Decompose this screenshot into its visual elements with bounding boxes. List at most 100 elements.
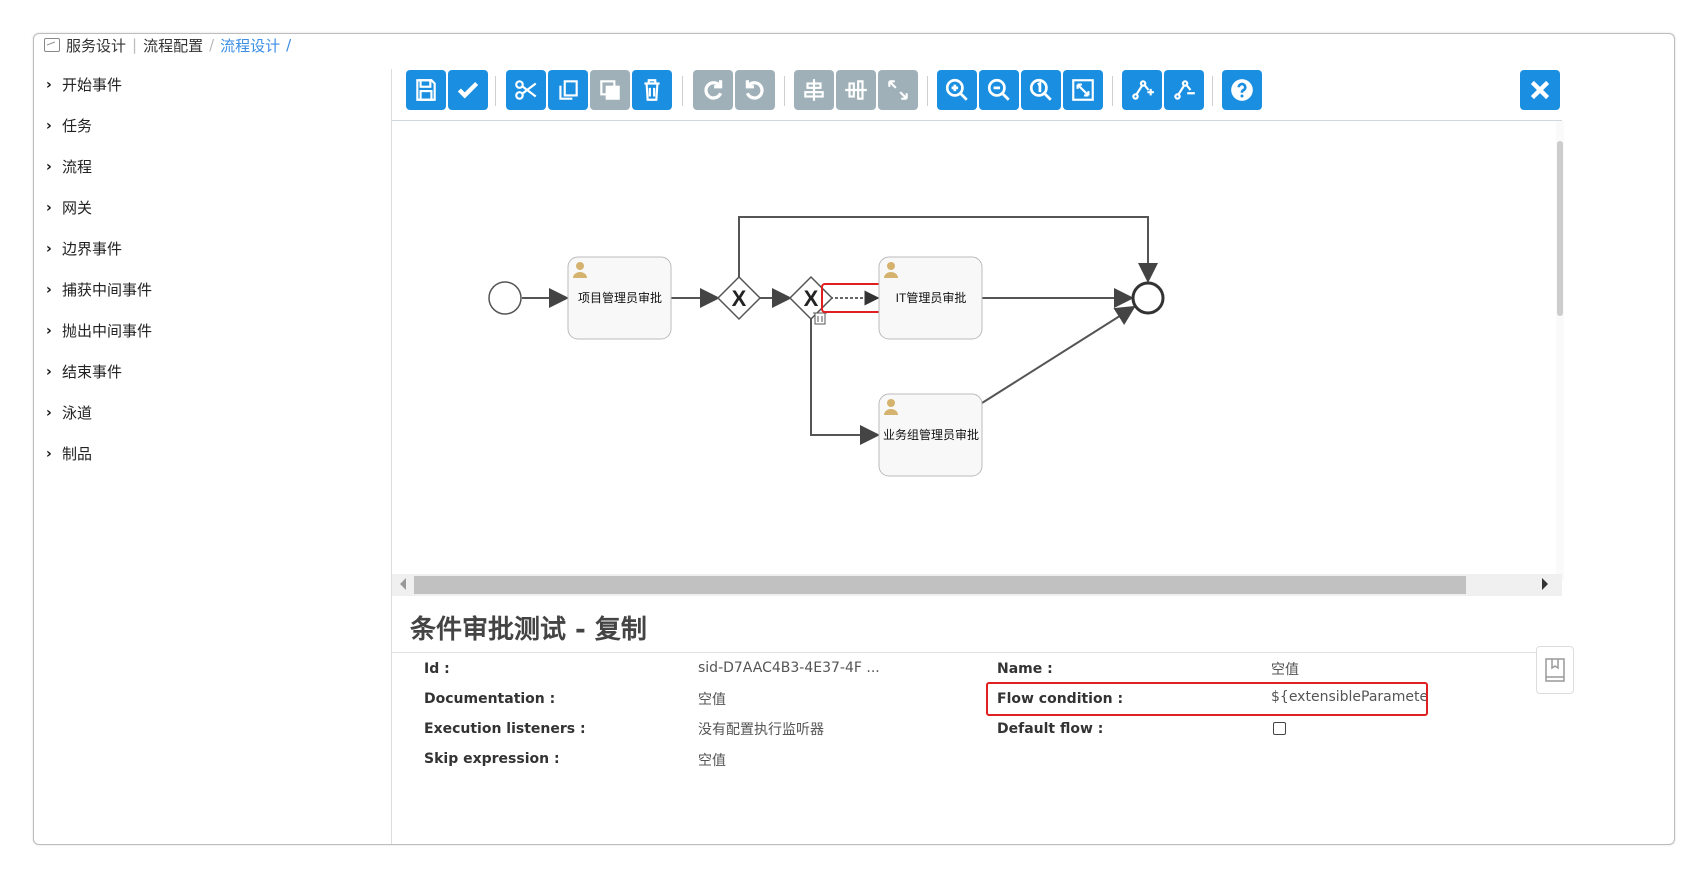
align-horizontal-button[interactable] xyxy=(794,70,834,110)
property-label-default-flow: Default flow : xyxy=(997,721,1104,737)
help-button[interactable] xyxy=(1222,70,1262,110)
save-icon xyxy=(416,79,436,101)
sequence-flow[interactable] xyxy=(810,319,880,445)
picture-icon xyxy=(44,38,60,52)
toolbar-separator xyxy=(784,76,785,106)
paste-button[interactable] xyxy=(590,70,630,110)
close-editor-button[interactable] xyxy=(1520,70,1560,110)
palette-item-boundary-events[interactable]: › 边界事件 xyxy=(46,228,386,269)
diagram-canvas[interactable]: 项目管理员审批 X X IT管理员审批 业务组管理员审批 xyxy=(392,121,1557,581)
save-button[interactable] xyxy=(406,70,446,110)
palette-item-label: 边界事件 xyxy=(62,240,123,258)
palette-item-swimlanes[interactable]: › 泳道 xyxy=(46,392,386,433)
property-value-id[interactable]: sid-D7AAC4B3-4E37-4F ... xyxy=(698,660,880,676)
exclusive-gateway[interactable]: X xyxy=(716,275,762,321)
chevron-right-icon: › xyxy=(46,404,52,421)
property-value-name[interactable]: 空值 xyxy=(1271,659,1299,679)
end-event[interactable] xyxy=(1131,281,1165,315)
gateway-symbol: X xyxy=(732,286,747,311)
chevron-right-icon: › xyxy=(46,117,52,134)
toolbar-separator xyxy=(927,76,928,106)
chevron-right-icon: › xyxy=(46,363,52,380)
task-label: 项目管理员审批 xyxy=(578,290,662,305)
undo-button[interactable] xyxy=(735,70,775,110)
editor-toolbar xyxy=(406,70,1674,112)
property-value-execution-listeners[interactable]: 没有配置执行监听器 xyxy=(698,719,824,739)
zoom-fit-button[interactable] xyxy=(1063,70,1103,110)
palette-item-process[interactable]: › 流程 xyxy=(46,146,386,187)
scrollbar-thumb[interactable] xyxy=(1557,141,1563,316)
palette-item-gateways[interactable]: › 网关 xyxy=(46,187,386,228)
delete-button[interactable] xyxy=(632,70,672,110)
palette-item-catching-events[interactable]: › 捕获中间事件 xyxy=(46,269,386,310)
validate-button[interactable] xyxy=(448,70,488,110)
scroll-left-icon[interactable] xyxy=(400,578,406,590)
close-icon xyxy=(1530,80,1550,100)
palette-item-label: 流程 xyxy=(62,158,93,176)
breadcrumb-item-process-design[interactable]: 流程设计 xyxy=(220,35,280,56)
check-icon xyxy=(457,81,479,99)
add-bendpoint-button[interactable] xyxy=(1122,70,1162,110)
palette-item-start-events[interactable]: › 开始事件 xyxy=(46,64,386,105)
gateway-symbol: X xyxy=(804,286,819,311)
canvas-horizontal-scrollbar[interactable] xyxy=(392,574,1562,596)
process-title: 条件审批测试 - 复制 xyxy=(410,615,647,645)
zoom-out-button[interactable] xyxy=(979,70,1019,110)
user-task[interactable]: 项目管理员审批 xyxy=(567,256,672,340)
scissors-icon xyxy=(515,80,537,100)
breadcrumb-separator: | xyxy=(132,36,138,54)
breadcrumb-item-service-design[interactable]: 服务设计 xyxy=(66,35,126,56)
copy-icon xyxy=(559,80,578,100)
user-task[interactable]: IT管理员审批 xyxy=(878,256,983,340)
chevron-right-icon: › xyxy=(46,158,52,175)
remove-bendpoint-button[interactable] xyxy=(1164,70,1204,110)
breadcrumb-item-process-config[interactable]: 流程配置 xyxy=(143,35,203,56)
scroll-right-icon[interactable] xyxy=(1542,578,1548,590)
cut-button[interactable] xyxy=(506,70,546,110)
bpmn-diagram: 项目管理员审批 X X IT管理员审批 业务组管理员审批 xyxy=(488,216,1165,477)
palette-item-label: 抛出中间事件 xyxy=(62,322,153,340)
redo-button[interactable] xyxy=(693,70,733,110)
property-value-documentation[interactable]: 空值 xyxy=(698,689,726,709)
zoom-actual-button[interactable] xyxy=(1021,70,1061,110)
copy-button[interactable] xyxy=(548,70,588,110)
zoom-fit-icon xyxy=(1072,79,1094,101)
start-event[interactable] xyxy=(488,281,522,315)
help-icon xyxy=(1231,79,1253,101)
palette-item-tasks[interactable]: › 任务 xyxy=(46,105,386,146)
palette-item-end-events[interactable]: › 结束事件 xyxy=(46,351,386,392)
palette-item-label: 制品 xyxy=(62,445,93,463)
chevron-right-icon: › xyxy=(46,240,52,257)
book-icon xyxy=(1545,658,1565,682)
scrollbar-thumb[interactable] xyxy=(414,576,1466,594)
property-value-skip-expression[interactable]: 空值 xyxy=(698,750,726,770)
trash-icon xyxy=(644,79,660,101)
side-panel-tab[interactable] xyxy=(1536,646,1574,694)
palette-item-artifacts[interactable]: › 制品 xyxy=(46,433,386,474)
chevron-right-icon: › xyxy=(46,445,52,462)
toolbar-separator xyxy=(495,76,496,106)
palette-item-label: 捕获中间事件 xyxy=(62,281,153,299)
same-size-button[interactable] xyxy=(878,70,918,110)
app-frame: 服务设计 | 流程配置 / 流程设计 / › 开始事件 › 任务 › 流程 › 网关 ›… xyxy=(33,33,1675,845)
flow-condition-highlight xyxy=(986,682,1428,716)
property-label-execution-listeners: Execution listeners : xyxy=(424,721,586,737)
palette-item-label: 开始事件 xyxy=(62,76,123,94)
sequence-flow[interactable] xyxy=(981,305,1136,404)
same-size-icon xyxy=(888,80,908,100)
palette-item-label: 结束事件 xyxy=(62,363,123,381)
user-task[interactable]: 业务组管理员审批 xyxy=(878,393,983,477)
align-vertical-icon xyxy=(845,80,867,100)
zoom-in-icon xyxy=(945,78,968,101)
palette-item-throwing-events[interactable]: › 抛出中间事件 xyxy=(46,310,386,351)
canvas-vertical-scrollbar[interactable] xyxy=(1556,121,1564,581)
align-vertical-button[interactable] xyxy=(836,70,876,110)
redo-icon xyxy=(704,80,723,100)
palette-item-label: 泳道 xyxy=(62,404,93,422)
breadcrumb-separator: / xyxy=(209,36,215,54)
trash-icon[interactable] xyxy=(813,312,827,325)
toolbar-separator xyxy=(682,76,683,106)
zoom-in-button[interactable] xyxy=(937,70,977,110)
chevron-right-icon: › xyxy=(46,76,52,93)
default-flow-checkbox[interactable] xyxy=(1273,722,1286,735)
